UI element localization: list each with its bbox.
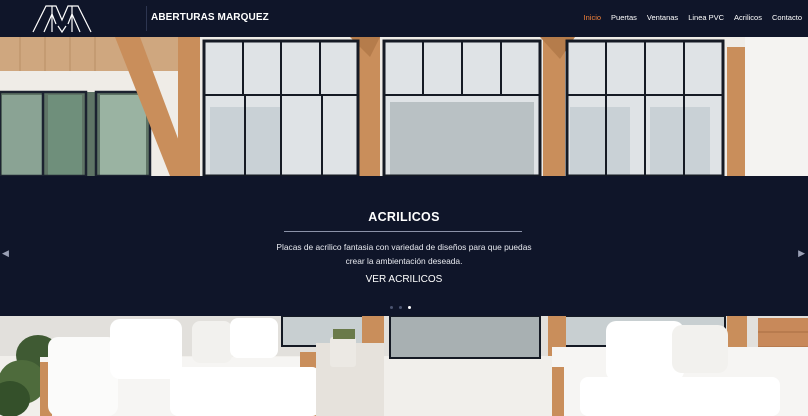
slide-indicator-2[interactable] — [399, 306, 402, 309]
brand-divider — [146, 6, 147, 31]
title-divider — [284, 231, 522, 232]
slide-title: ACRILICOS — [368, 210, 440, 224]
chevron-left-icon[interactable]: ◀ — [2, 248, 9, 259]
nav-item-ventanas[interactable]: Ventanas — [647, 13, 678, 22]
slide-caption: ◀ ▶ ACRILICOS Placas de acrilico fantasi… — [0, 176, 808, 316]
main-nav: Inicio Puertas Ventanas Linea PVC Acrili… — [584, 13, 802, 22]
ver-acrilicos-link[interactable]: VER ACRILICOS — [0, 274, 808, 285]
nav-item-puertas[interactable]: Puertas — [611, 13, 637, 22]
brand-name[interactable]: ABERTURAS MARQUEZ — [151, 12, 269, 23]
nav-item-acrilicos[interactable]: Acrilicos — [734, 13, 762, 22]
am-monogram-logo[interactable] — [30, 2, 94, 34]
slide-indicator-3[interactable] — [408, 306, 411, 309]
slide-indicators — [390, 306, 411, 309]
chevron-right-icon[interactable]: ▶ — [798, 248, 805, 259]
site-header: ABERTURAS MARQUEZ Inicio Puertas Ventana… — [0, 0, 808, 37]
slide-description: Placas de acrilico fantasia con variedad… — [276, 242, 532, 266]
slide-indicator-1[interactable] — [390, 306, 393, 309]
nav-item-inicio[interactable]: Inicio — [584, 13, 602, 22]
nav-item-linea-pvc[interactable]: Linea PVC — [688, 13, 724, 22]
nav-item-contacto[interactable]: Contacto — [772, 13, 802, 22]
